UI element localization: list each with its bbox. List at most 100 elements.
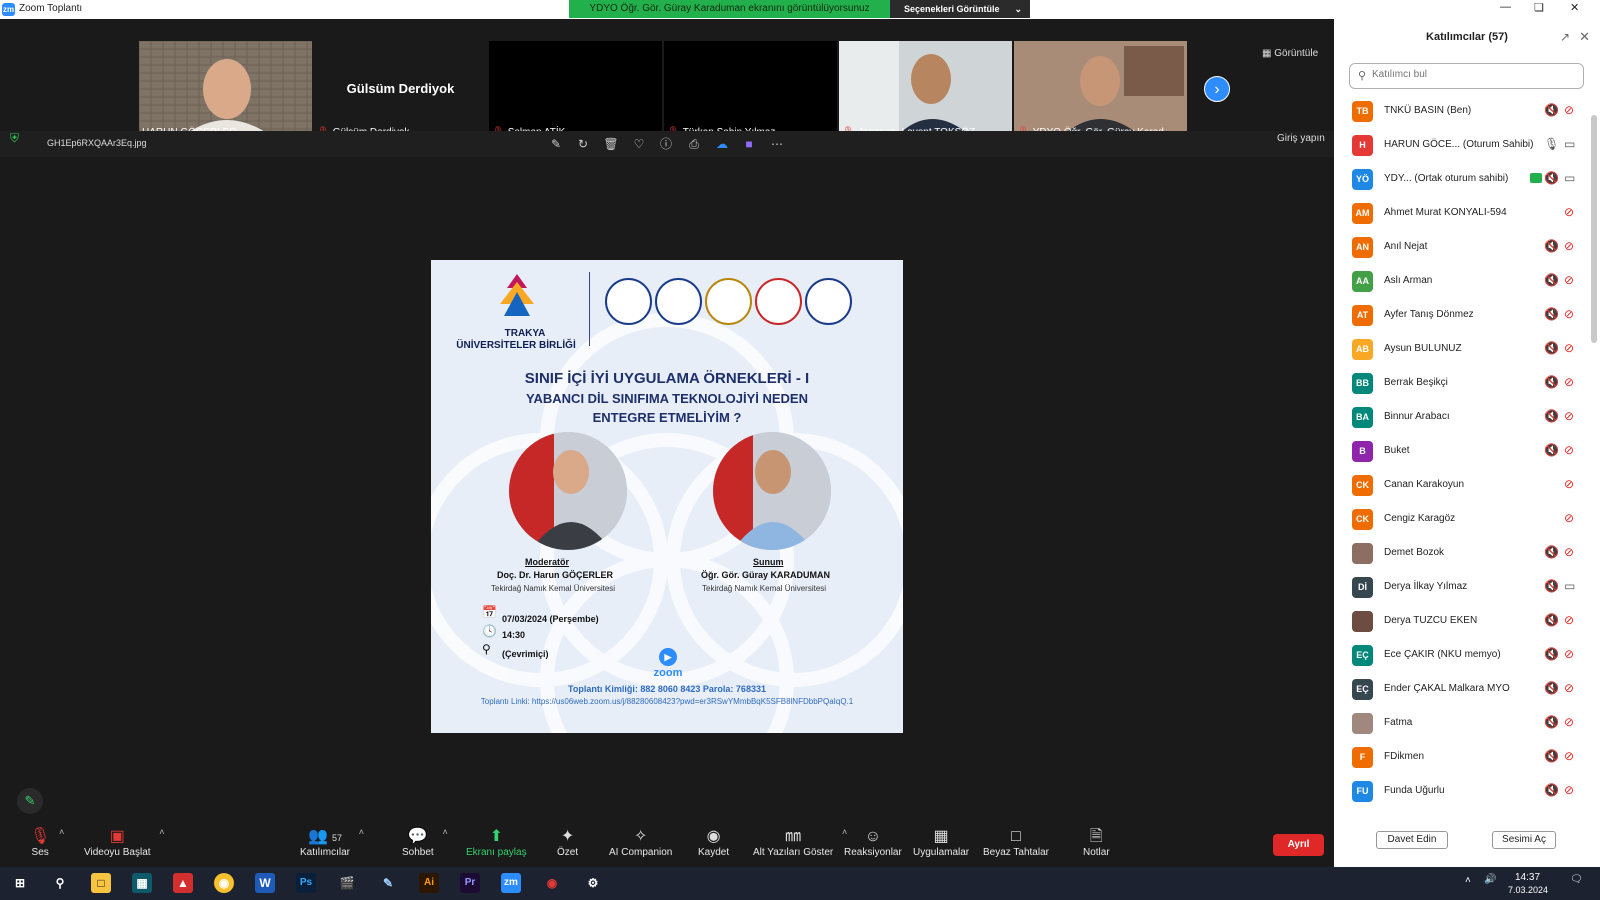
camera-on-icon[interactable]: ▭ <box>1564 137 1575 151</box>
unmute-me-button[interactable]: Sesimi Aç <box>1492 831 1556 849</box>
start-video-button[interactable]: ▣ Videoyu Başlat ˄ <box>84 827 165 858</box>
participant-row[interactable]: EÇ Ender ÇAKAL Malkara MYO 🔇 ⊘ <box>1334 673 1586 707</box>
restore-icon[interactable]: ❏ <box>1534 1 1544 14</box>
participant-row[interactable]: CK Cengiz Karagöz ⊘ <box>1334 503 1586 537</box>
onedrive-icon[interactable]: ☁ <box>714 136 730 152</box>
record-button[interactable]: ◉ Kaydet <box>698 827 729 858</box>
camera-off-icon[interactable]: ⊘ <box>1564 375 1574 389</box>
mic-muted-icon[interactable]: 🔇 <box>1544 613 1559 627</box>
mic-muted-icon[interactable]: 🔇 <box>1544 443 1559 457</box>
participant-row[interactable]: EÇ Ece ÇAKIR (NKU memyo) 🔇 ⊘ <box>1334 639 1586 673</box>
chrome-icon[interactable]: ◉ <box>214 873 234 893</box>
camera-off-icon[interactable]: ⊘ <box>1564 443 1574 457</box>
invite-button[interactable]: Davet Edin <box>1376 831 1448 849</box>
pen-app-icon[interactable]: ✎ <box>378 873 398 893</box>
participant-row[interactable]: BA Binnur Arabacı 🔇 ⊘ <box>1334 401 1586 435</box>
participant-row[interactable]: AM Ahmet Murat KONYALI-594 ⊘ <box>1334 197 1586 231</box>
popout-icon[interactable]: ↗ <box>1560 30 1570 44</box>
camera-off-icon[interactable]: ⊘ <box>1564 681 1574 695</box>
ai-companion-button[interactable]: ✧ AI Companion <box>609 827 672 858</box>
video-thumbnail[interactable]: 🎙YDYO Öğr. Gör. Güray Karad... <box>1014 41 1187 139</box>
mic-muted-icon[interactable]: 🔇 <box>1544 341 1559 355</box>
participant-row[interactable]: F FDikmen 🔇 ⊘ <box>1334 741 1586 775</box>
minimize-icon[interactable]: — <box>1500 1 1511 13</box>
print-icon[interactable]: ⎙ <box>686 136 702 152</box>
rotate-icon[interactable]: ↻ <box>575 136 591 152</box>
camera-off-icon[interactable]: ⊘ <box>1564 613 1574 627</box>
movie-maker-icon[interactable]: 🎬 <box>337 873 357 893</box>
mic-muted-icon[interactable]: 🔇 <box>1544 409 1559 423</box>
camera-off-icon[interactable]: ⊘ <box>1564 545 1574 559</box>
leave-button[interactable]: Ayrıl <box>1273 834 1324 856</box>
chevron-up-icon[interactable]: ˄ <box>359 827 364 837</box>
camera-on-icon[interactable]: ▭ <box>1564 579 1575 593</box>
mic-muted-icon[interactable]: 🔇 <box>1544 545 1559 559</box>
annotate-pencil-icon[interactable]: ✎ <box>17 788 43 814</box>
video-thumbnail[interactable]: 🎙Japonca- Levent TOKSÖZ <box>839 41 1012 139</box>
camera-off-icon[interactable]: ⊘ <box>1564 273 1574 287</box>
settings-icon[interactable]: ⚙ <box>583 873 603 893</box>
summary-button[interactable]: ✦ Özet <box>557 827 578 858</box>
mic-muted-icon[interactable]: 🔇 <box>1544 103 1559 117</box>
word-icon[interactable]: W <box>255 873 275 893</box>
mic-muted-icon[interactable]: 🔇 <box>1544 579 1559 593</box>
participant-row[interactable]: B Buket 🔇 ⊘ <box>1334 435 1586 469</box>
camera-off-icon[interactable]: ⊘ <box>1564 647 1574 661</box>
edit-icon[interactable]: ✎ <box>548 136 564 152</box>
view-options-button[interactable]: Seçenekleri Görüntüle ⌄ <box>890 0 1030 18</box>
panel-scrollbar[interactable] <box>1591 115 1597 343</box>
chevron-up-icon[interactable]: ˄ <box>59 827 64 837</box>
volume-icon[interactable]: 🔊 <box>1484 874 1496 885</box>
participant-row[interactable]: H HARUN GÖCE... (Oturum Sahibi) 🎙 ▭ <box>1334 129 1586 163</box>
video-thumbnail[interactable]: 🎙Türkan Şahin Yılmaz <box>664 41 837 139</box>
participant-row[interactable]: AB Aysun BULUNUZ 🔇 ⊘ <box>1334 333 1586 367</box>
participant-row[interactable]: Derya TUZCU EKEN 🔇 ⊘ <box>1334 605 1586 639</box>
windows-start-icon[interactable]: ⊞ <box>10 873 30 893</box>
camera-off-icon[interactable]: ⊘ <box>1564 477 1574 491</box>
mic-muted-icon[interactable]: 🔇 <box>1544 783 1559 797</box>
camera-off-icon[interactable]: ⊘ <box>1564 409 1574 423</box>
info-icon[interactable]: ⓘ <box>658 136 674 152</box>
participant-row[interactable]: Demet Bozok 🔇 ⊘ <box>1334 537 1586 571</box>
view-button[interactable]: ▦ Görüntüle <box>1262 48 1318 59</box>
participant-row[interactable]: Fatma 🔇 ⊘ <box>1334 707 1586 741</box>
participants-button[interactable]: 👥 57 Katılımcılar ˄ <box>300 827 364 858</box>
chat-button[interactable]: 💬 Sohbet ˄ <box>402 827 448 858</box>
file-explorer-icon[interactable]: □ <box>91 873 111 893</box>
whiteboard-button[interactable]: □ Beyaz Tahtalar <box>983 827 1049 858</box>
search-icon[interactable]: ⚲ <box>50 873 70 893</box>
close-window-icon[interactable]: ✕ <box>1570 1 1579 14</box>
illustrator-icon[interactable]: Ai <box>419 873 439 893</box>
clock-time[interactable]: 14:37 <box>1515 872 1540 883</box>
sign-in-link[interactable]: Giriş yapın <box>1277 133 1325 144</box>
audio-button[interactable]: 🎙 Ses ˄ <box>30 827 64 858</box>
video-thumbnail[interactable]: 🎙Selman ATİK <box>489 41 662 139</box>
camera-off-icon[interactable]: ⊘ <box>1564 341 1574 355</box>
app-icon[interactable]: ▦ <box>132 873 152 893</box>
participant-row[interactable]: AT Ayfer Tanış Dönmez 🔇 ⊘ <box>1334 299 1586 333</box>
camera-off-icon[interactable]: ⊘ <box>1564 715 1574 729</box>
more-icon[interactable]: ⋯ <box>769 136 785 152</box>
acrobat-icon[interactable]: ▲ <box>173 873 193 893</box>
close-icon[interactable]: ✕ <box>1579 29 1590 45</box>
shield-icon[interactable]: ⛨ <box>10 131 19 146</box>
mic-muted-icon[interactable]: 🔇 <box>1544 375 1559 389</box>
camera-off-icon[interactable]: ⊘ <box>1564 205 1574 219</box>
photoshop-icon[interactable]: Ps <box>296 873 316 893</box>
mic-muted-icon[interactable]: 🔇 <box>1544 749 1559 763</box>
chevron-up-icon[interactable]: ˄ <box>159 827 164 837</box>
video-thumbnail[interactable]: Gülsüm Derdiyok 🎙Gülsüm Derdiyok <box>314 41 487 139</box>
participant-row[interactable]: Dİ Derya İlkay Yılmaz 🔇 ▭ <box>1334 571 1586 605</box>
captions-button[interactable]: ㎜ Alt Yazıları Göster ˄ <box>753 827 847 858</box>
clipchamp-icon[interactable]: ■ <box>741 136 757 152</box>
mic-muted-icon[interactable]: 🔇 <box>1544 171 1559 185</box>
participant-row[interactable]: FU Funda Uğurlu 🔇 ⊘ <box>1334 775 1586 809</box>
next-page-button[interactable]: › <box>1204 76 1230 102</box>
participant-row[interactable]: AA Aslı Arman 🔇 ⊘ <box>1334 265 1586 299</box>
camera-off-icon[interactable]: ⊘ <box>1564 511 1574 525</box>
trash-icon[interactable]: 🗑 <box>603 136 619 152</box>
participant-row[interactable]: CK Canan Karakoyun ⊘ <box>1334 469 1586 503</box>
tray-chevron-icon[interactable]: ˄ <box>1465 875 1471 886</box>
chevron-up-icon[interactable]: ˄ <box>442 827 447 837</box>
mic-muted-icon[interactable]: 🔇 <box>1544 273 1559 287</box>
